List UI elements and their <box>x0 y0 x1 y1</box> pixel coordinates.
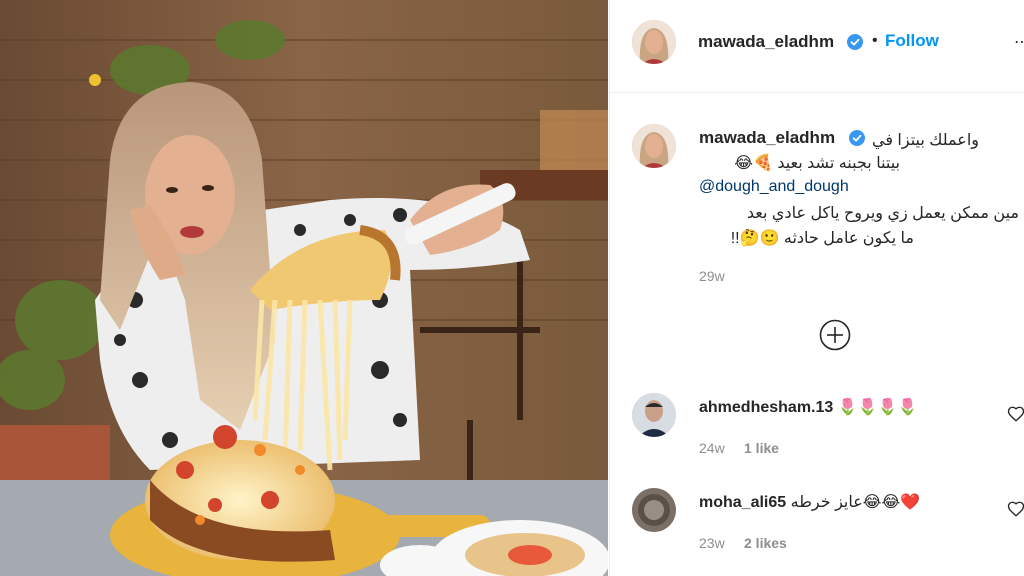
separator-dot: • <box>872 32 878 49</box>
caption-line-3: مين ممكن يعمل زي ويروح ياكل عادي بعد <box>746 205 1019 222</box>
heart-icon[interactable] <box>1007 405 1024 423</box>
verified-badge-icon <box>849 130 865 146</box>
verified-badge-icon <box>847 34 863 50</box>
commenter-avatar[interactable] <box>632 393 676 437</box>
post-photo[interactable] <box>0 0 608 576</box>
comment-likes[interactable]: 1 like <box>744 440 779 456</box>
caption-mention-link[interactable]: @dough_and_dough <box>699 178 849 196</box>
comment-timestamp[interactable]: 24w <box>699 440 725 456</box>
caption-timestamp[interactable]: 29w <box>699 268 725 284</box>
plus-circle-icon[interactable] <box>819 319 851 351</box>
heart-icon[interactable] <box>1007 500 1024 518</box>
comment-username[interactable]: moha_ali65 <box>699 494 786 511</box>
comment-username[interactable]: ahmedhesham.13 <box>699 399 833 416</box>
comment-timestamp[interactable]: 23w <box>699 535 725 551</box>
more-options-icon[interactable]: ⋯ <box>1014 32 1024 52</box>
post-side-panel: mawada_eladhm • Follow ⋯ mawada_eladhm و… <box>609 0 1024 576</box>
caption-line-2: بيتنا بجبنه تشد بعيد 🍕😂 <box>734 155 900 172</box>
post-image <box>0 0 608 576</box>
comment-body: عايز خرطه😂😂❤️ <box>790 494 921 511</box>
caption-avatar[interactable] <box>632 124 676 168</box>
caption-line-1: واعملك بيتزا في <box>872 132 980 149</box>
comment-2: moha_ali65 عايز خرطه😂😂❤️ <box>699 492 920 512</box>
caption-line-4: ما يكون عامل حادثه 🙂🤔!! <box>730 230 914 247</box>
post-header: mawada_eladhm • Follow ⋯ <box>610 0 1024 93</box>
author-avatar[interactable] <box>632 20 676 64</box>
comment-1: ahmedhesham.13 🌷🌷🌷🌷 <box>699 397 917 417</box>
author-username[interactable]: mawada_eladhm <box>698 32 834 52</box>
comment-body: 🌷🌷🌷🌷 <box>837 399 918 416</box>
follow-button[interactable]: Follow <box>885 31 939 51</box>
caption-username[interactable]: mawada_eladhm <box>699 128 835 148</box>
comment-likes[interactable]: 2 likes <box>744 535 787 551</box>
commenter-avatar[interactable] <box>632 488 676 532</box>
